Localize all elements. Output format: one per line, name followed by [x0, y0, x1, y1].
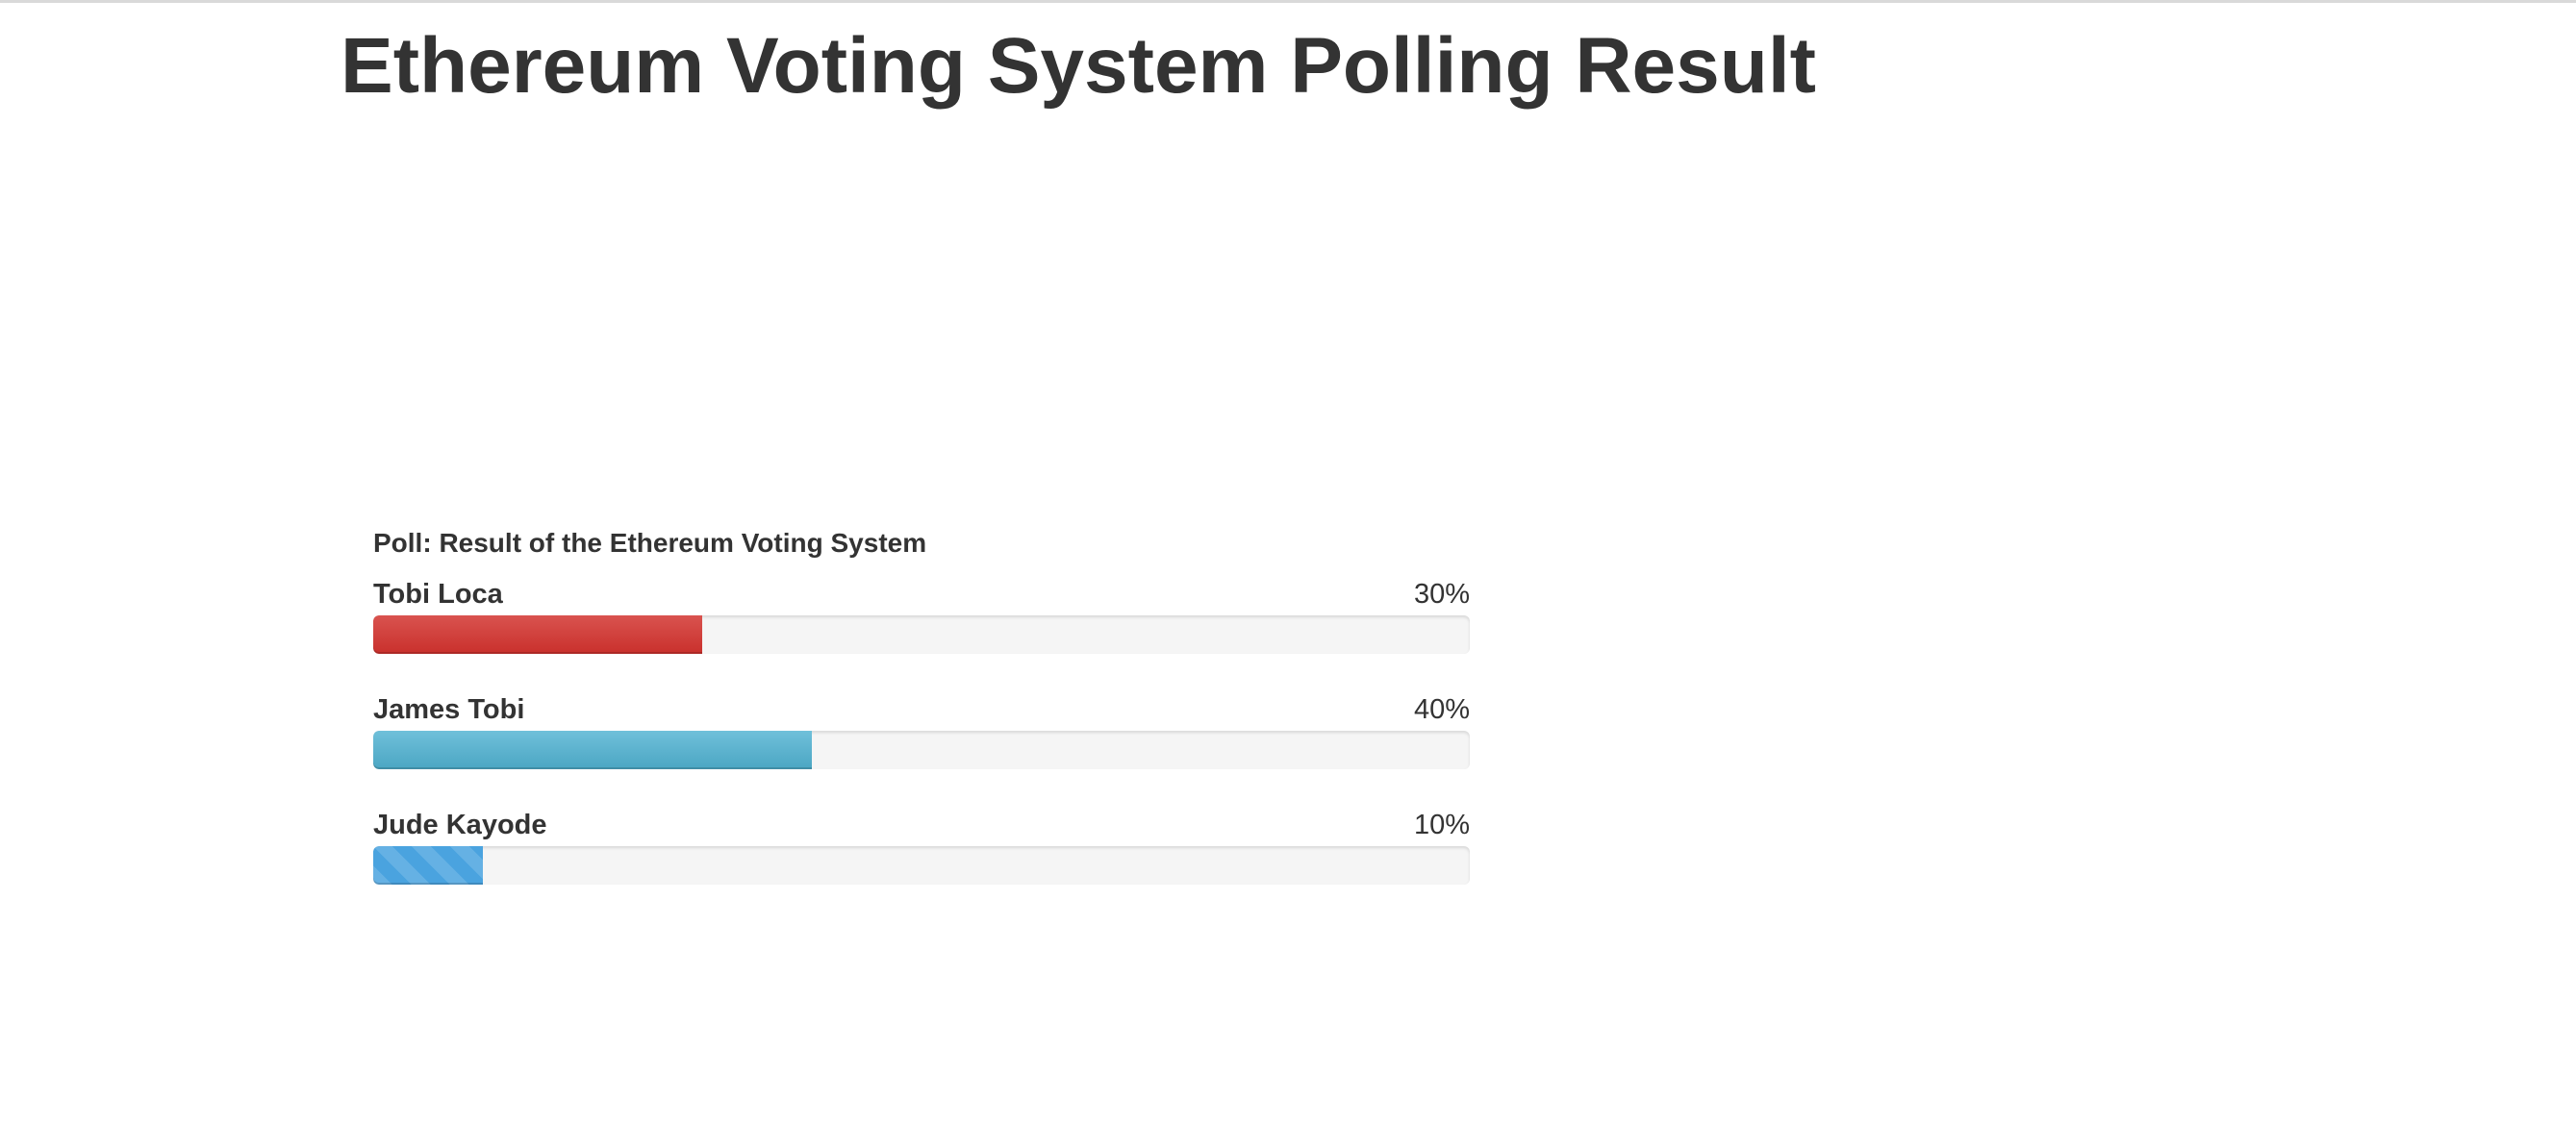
progress-track [373, 731, 1470, 769]
candidate-percent: 10% [1413, 810, 1470, 840]
progress-bar [373, 731, 812, 769]
poll-item-header: Tobi Loca 30% [373, 573, 1470, 615]
poll-item-header: Jude Kayode 10% [373, 804, 1470, 846]
page-title: Ethereum Voting System Polling Result [341, 22, 1816, 110]
candidate-name: Jude Kayode [373, 810, 547, 840]
poll-panel: Poll: Result of the Ethereum Voting Syst… [373, 519, 1470, 919]
poll-item-header: James Tobi 40% [373, 688, 1470, 731]
top-border [0, 0, 2576, 3]
poll-item-tobi-loca: Tobi Loca 30% [373, 573, 1470, 688]
candidate-percent: 40% [1413, 694, 1470, 725]
candidate-name: James Tobi [373, 694, 525, 725]
progress-track [373, 615, 1470, 654]
poll-title: Poll: Result of the Ethereum Voting Syst… [373, 528, 927, 558]
poll-item-jude-kayode: Jude Kayode 10% [373, 804, 1470, 919]
progress-bar [373, 846, 483, 885]
progress-track [373, 846, 1470, 885]
progress-bar [373, 615, 702, 654]
candidate-name: Tobi Loca [373, 579, 503, 610]
poll-item-james-tobi: James Tobi 40% [373, 688, 1470, 804]
candidate-percent: 30% [1413, 579, 1470, 610]
